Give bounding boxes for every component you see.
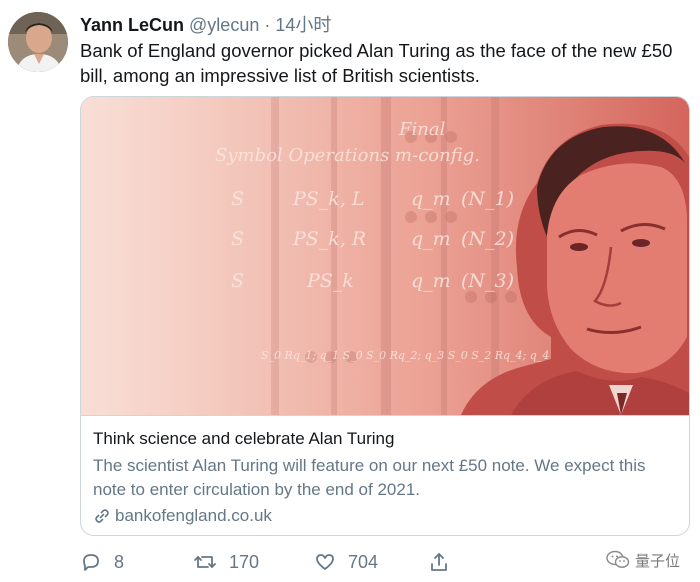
tweet-header: Yann LeCun @ylecun · 14小时 [80, 12, 331, 38]
overlay-row-1-config: q_m [411, 188, 451, 210]
overlay-row-1-n: (N_1) [461, 188, 514, 210]
card-domain-text: bankofengland.co.uk [115, 506, 272, 525]
wechat-icon [606, 550, 630, 570]
overlay-heading-2: Symbol Operations m-config. [215, 145, 480, 166]
tweet-actions: 8 170 704 [80, 548, 690, 576]
overlay-row-2-sym: S [231, 228, 244, 250]
overlay-row-3-config: q_m [411, 270, 451, 292]
overlay-heading-1: Final [398, 119, 446, 140]
overlay-row-2-n: (N_2) [461, 228, 514, 250]
watermark-text: 量子位 [634, 551, 680, 570]
tweet-text: Bank of England governor picked Alan Tur… [80, 40, 673, 86]
card-domain[interactable]: bankofengland.co.uk [93, 504, 677, 528]
overlay-row-3-op: PS_k [306, 270, 354, 292]
link-card[interactable]: Final Symbol Operations m-config. S PS_k… [80, 96, 690, 536]
turing-banknote-image: Final Symbol Operations m-config. S PS_k… [81, 97, 689, 415]
retweet-button[interactable]: 170 [193, 548, 259, 576]
overlay-row-3-sym: S [231, 270, 244, 292]
reply-icon [80, 551, 102, 573]
watermark: 量子位 [606, 548, 680, 572]
overlay-row-2-config: q_m [411, 228, 451, 250]
overlay-row-2-op: PS_k, R [292, 228, 366, 250]
like-count: 704 [348, 551, 379, 572]
overlay-row-1-sym: S [231, 188, 244, 210]
card-image: Final Symbol Operations m-config. S PS_k… [81, 97, 689, 415]
share-icon [428, 551, 450, 573]
tweet[interactable]: Yann LeCun @ylecun · 14小时 Bank of Englan… [0, 0, 700, 582]
card-meta[interactable]: Think science and celebrate Alan Turing … [81, 415, 689, 535]
reply-button[interactable]: 8 [80, 548, 124, 576]
like-button[interactable]: 704 [314, 548, 378, 576]
share-button[interactable] [428, 548, 450, 576]
retweet-count: 170 [229, 551, 260, 572]
author-name[interactable]: Yann LeCun [80, 15, 184, 35]
timestamp[interactable]: 14小时 [275, 15, 331, 35]
retweet-icon [193, 551, 217, 573]
card-description: The scientist Alan Turing will feature o… [93, 456, 646, 499]
reply-count: 8 [114, 551, 125, 572]
overlay-row-1-op: PS_k, L [292, 188, 365, 210]
card-title[interactable]: Think science and celebrate Alan Turing [93, 428, 677, 450]
overlay-row-3-n: (N_3) [461, 270, 514, 292]
avatar-image [8, 12, 68, 72]
author-handle[interactable]: @ylecun [189, 15, 259, 35]
avatar[interactable] [8, 12, 68, 72]
header-separator: · [264, 15, 271, 35]
link-icon [93, 507, 111, 525]
heart-icon [314, 551, 336, 573]
